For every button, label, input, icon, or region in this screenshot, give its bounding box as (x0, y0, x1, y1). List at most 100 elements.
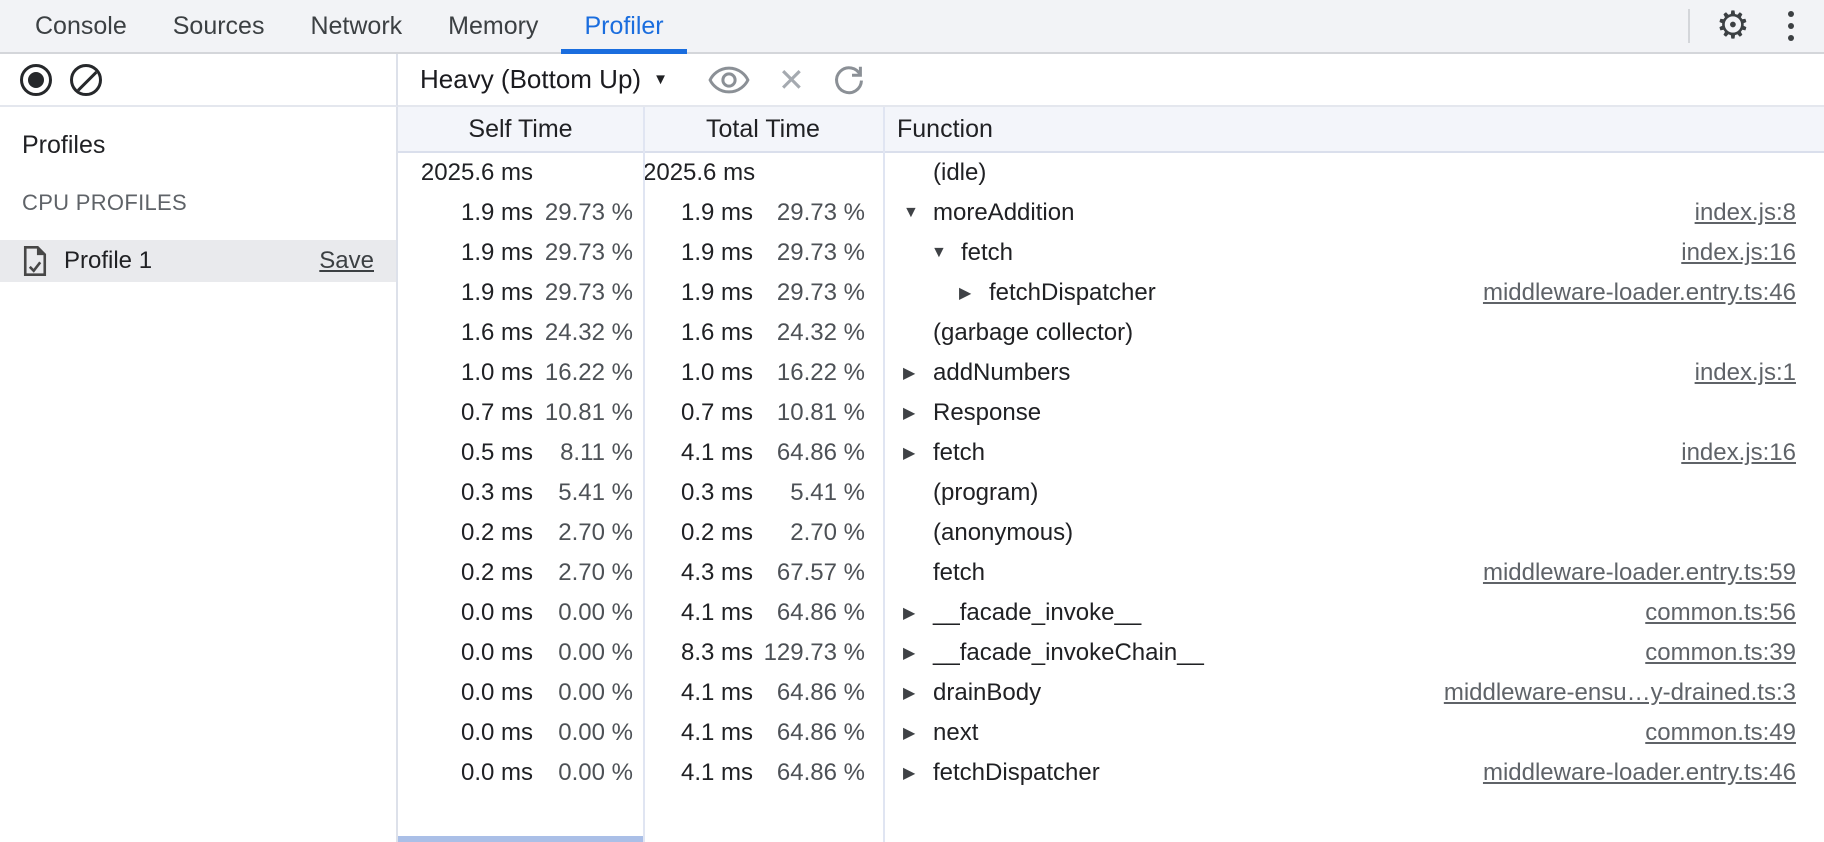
view-mode-select[interactable]: Heavy (Bottom Up) ▼ (420, 64, 668, 95)
self-time-ms: 0.0 ms (398, 759, 533, 787)
self-time-cell: 0.0 ms 0.00 % (398, 719, 643, 747)
self-time-cell: 0.0 ms 0.00 % (398, 599, 643, 627)
eye-icon[interactable] (708, 66, 750, 94)
disclosure-arrow-icon[interactable]: ▶ (903, 403, 933, 423)
table-row[interactable]: 0.0 ms 0.00 % 4.1 ms 64.86 % ▶ drainBody… (398, 673, 1824, 713)
disclosure-arrow-icon[interactable]: ▶ (903, 683, 933, 703)
disclosure-arrow-icon[interactable]: ▼ (931, 244, 961, 262)
source-link[interactable]: index.js:16 (1681, 439, 1796, 467)
tab-label: Sources (173, 12, 265, 41)
self-time-ms: 1.9 ms (398, 199, 533, 227)
profile-name: Profile 1 (64, 247, 152, 275)
self-time-ms: 0.0 ms (398, 639, 533, 667)
function-cell: (program) (883, 479, 1824, 507)
self-time-cell: 1.0 ms 16.22 % (398, 359, 643, 387)
table-row[interactable]: 2025.6 ms 2025.6 ms (idle) (398, 153, 1824, 193)
topbar-right: ⚙ (1688, 0, 1824, 52)
self-time-ms: 0.7 ms (398, 399, 533, 427)
function-cell: ▼ fetch index.js:16 (883, 239, 1824, 267)
table-row[interactable]: 0.0 ms 0.00 % 8.3 ms 129.73 % ▶ __facade… (398, 633, 1824, 673)
disclosure-arrow-icon[interactable]: ▶ (903, 643, 933, 663)
disclosure-arrow-icon[interactable]: ▶ (959, 283, 989, 303)
source-link[interactable]: common.ts:56 (1645, 599, 1796, 627)
self-time-cell: 0.0 ms 0.00 % (398, 759, 643, 787)
total-time-cell: 1.9 ms 29.73 % (643, 239, 883, 267)
disclosure-arrow-icon[interactable]: ▶ (903, 763, 933, 783)
self-time-ms: 1.6 ms (398, 319, 533, 347)
column-header-function[interactable]: Function (883, 115, 1824, 144)
table-row[interactable]: 0.2 ms 2.70 % 4.3 ms 67.57 % fetch middl… (398, 553, 1824, 593)
disclosure-arrow-icon[interactable]: ▶ (903, 603, 933, 623)
column-resize-handle[interactable] (643, 107, 645, 842)
disclosure-arrow-icon[interactable]: ▶ (903, 443, 933, 463)
table-row[interactable]: 1.6 ms 24.32 % 1.6 ms 24.32 % (garbage c… (398, 313, 1824, 353)
source-link[interactable]: middleware-loader.entry.ts:46 (1483, 279, 1796, 307)
column-header-self-time[interactable]: Self Time (398, 115, 643, 144)
table-row[interactable]: 0.5 ms 8.11 % 4.1 ms 64.86 % ▶ fetch ind… (398, 433, 1824, 473)
table-row[interactable]: 1.9 ms 29.73 % 1.9 ms 29.73 % ▼ moreAddi… (398, 193, 1824, 233)
function-name: fetch (933, 559, 985, 587)
function-name: fetch (961, 239, 1013, 267)
gear-icon[interactable]: ⚙ (1716, 7, 1750, 45)
total-time-cell: 2025.6 ms (643, 159, 883, 187)
total-time-ms: 4.1 ms (643, 599, 753, 627)
table-row[interactable]: 0.3 ms 5.41 % 0.3 ms 5.41 % (program) (398, 473, 1824, 513)
reload-icon[interactable] (831, 62, 867, 98)
tab-profiler[interactable]: Profiler (561, 0, 686, 52)
total-time-cell: 4.1 ms 64.86 % (643, 759, 883, 787)
total-time-pct: 29.73 % (753, 239, 865, 267)
total-time-pct: 64.86 % (753, 719, 865, 747)
disclosure-arrow-icon[interactable]: ▶ (903, 363, 933, 383)
save-link[interactable]: Save (319, 247, 374, 275)
source-link[interactable]: middleware-ensu…y-drained.ts:3 (1444, 679, 1796, 707)
tab-network[interactable]: Network (287, 0, 425, 52)
table-row[interactable]: 1.9 ms 29.73 % 1.9 ms 29.73 % ▶ fetchDis… (398, 273, 1824, 313)
self-time-cell: 0.3 ms 5.41 % (398, 479, 643, 507)
table-row[interactable]: 0.2 ms 2.70 % 0.2 ms 2.70 % (anonymous) (398, 513, 1824, 553)
profiles-title: Profiles (22, 131, 396, 160)
total-time-pct: 64.86 % (753, 439, 865, 467)
table-row[interactable]: 1.9 ms 29.73 % 1.9 ms 29.73 % ▼ fetch in… (398, 233, 1824, 273)
total-time-pct: 2.70 % (753, 519, 865, 547)
tab-console[interactable]: Console (12, 0, 150, 52)
function-cell: ▶ addNumbers index.js:1 (883, 359, 1824, 387)
table-row[interactable]: 0.0 ms 0.00 % 4.1 ms 64.86 % ▶ __facade_… (398, 593, 1824, 633)
total-time-ms: 0.3 ms (643, 479, 753, 507)
tab-sources[interactable]: Sources (150, 0, 288, 52)
source-link[interactable]: index.js:16 (1681, 239, 1796, 267)
tab-memory[interactable]: Memory (425, 0, 561, 52)
source-link[interactable]: middleware-loader.entry.ts:59 (1483, 559, 1796, 587)
function-cell: ▶ __facade_invokeChain__ common.ts:39 (883, 639, 1824, 667)
devtools-tab-bar: Console Sources Network Memory Profiler … (0, 0, 1824, 54)
profile-view-toolbar: Heavy (Bottom Up) ▼ ✕ (398, 54, 1824, 107)
function-name: moreAddition (933, 199, 1074, 227)
close-icon[interactable]: ✕ (778, 64, 805, 96)
source-link[interactable]: common.ts:39 (1645, 639, 1796, 667)
source-link[interactable]: common.ts:49 (1645, 719, 1796, 747)
table-row[interactable]: 0.0 ms 0.00 % 4.1 ms 64.86 % ▶ next comm… (398, 713, 1824, 753)
source-link[interactable]: middleware-loader.entry.ts:46 (1483, 759, 1796, 787)
table-row[interactable]: 0.7 ms 10.81 % 0.7 ms 10.81 % ▶ Response (398, 393, 1824, 433)
self-time-pct: 29.73 % (533, 239, 633, 267)
total-time-cell: 1.0 ms 16.22 % (643, 359, 883, 387)
tab-label: Profiler (584, 12, 663, 41)
total-time-ms: 4.1 ms (643, 679, 753, 707)
column-header-total-time[interactable]: Total Time (643, 115, 883, 144)
self-time-cell: 1.9 ms 29.73 % (398, 199, 643, 227)
disclosure-arrow-icon[interactable]: ▼ (903, 204, 933, 222)
function-cell: ▶ __facade_invoke__ common.ts:56 (883, 599, 1824, 627)
tab-label: Network (310, 12, 402, 41)
kebab-menu-icon[interactable] (1784, 7, 1798, 45)
total-time-pct: 129.73 % (753, 639, 865, 667)
column-resize-handle[interactable] (883, 107, 885, 842)
source-link[interactable]: index.js:1 (1695, 359, 1796, 387)
record-icon[interactable] (20, 64, 52, 96)
table-row[interactable]: 0.0 ms 0.00 % 4.1 ms 64.86 % ▶ fetchDisp… (398, 753, 1824, 793)
sidebar-item-profile-1[interactable]: Profile 1 Save (0, 240, 396, 282)
disclosure-arrow-icon[interactable]: ▶ (903, 723, 933, 743)
horizontal-scrollbar-thumb[interactable] (398, 836, 643, 842)
source-link[interactable]: index.js:8 (1695, 199, 1796, 227)
table-row[interactable]: 1.0 ms 16.22 % 1.0 ms 16.22 % ▶ addNumbe… (398, 353, 1824, 393)
tab-label: Memory (448, 12, 538, 41)
clear-icon[interactable] (70, 64, 102, 96)
